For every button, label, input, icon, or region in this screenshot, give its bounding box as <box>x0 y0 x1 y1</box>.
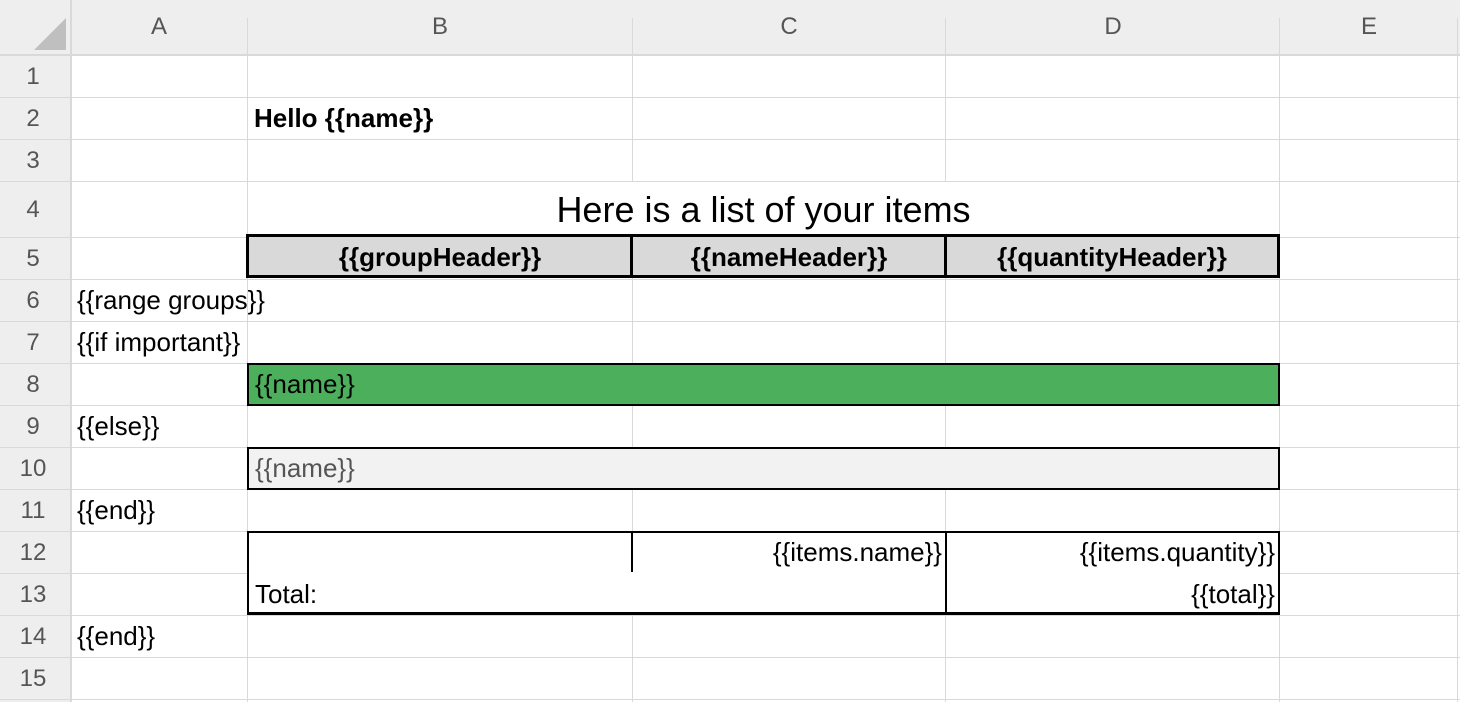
cell-b5-group-header[interactable]: {{groupHeader}} <box>249 237 631 277</box>
row-header-10[interactable]: 10 <box>0 448 66 490</box>
row-header-13[interactable]: 13 <box>0 574 66 616</box>
cell-a11[interactable]: {{end}} <box>71 490 161 531</box>
cell-c12-items-name[interactable]: {{items.name}} <box>633 532 946 573</box>
gridline <box>0 97 1460 98</box>
cell-a7[interactable]: {{if important}} <box>71 322 246 363</box>
grey-merged-cell-bg <box>247 447 1280 490</box>
row-header-7[interactable]: 7 <box>0 322 66 364</box>
row-header-8[interactable]: 8 <box>0 364 66 406</box>
row-header-2[interactable]: 2 <box>0 98 66 140</box>
select-all-corner[interactable] <box>34 18 66 50</box>
gridline <box>0 699 1460 700</box>
column-header-e[interactable]: E <box>1280 0 1458 54</box>
column-header-a[interactable]: A <box>70 0 248 54</box>
cell-c5-name-header[interactable]: {{nameHeader}} <box>633 237 945 277</box>
row-header-3[interactable]: 3 <box>0 140 66 182</box>
gridline <box>1457 18 1458 702</box>
gridline <box>0 54 1460 56</box>
cell-b10-name[interactable]: {{name}} <box>249 448 361 489</box>
cell-d13-total[interactable]: {{total}} <box>947 574 1279 615</box>
cell-b8-name[interactable]: {{name}} <box>249 364 361 405</box>
cell-d5-quantity-header[interactable]: {{quantityHeader}} <box>947 237 1277 277</box>
row-header-1[interactable]: 1 <box>0 56 66 98</box>
gridline <box>0 657 1460 658</box>
row-header-14[interactable]: 14 <box>0 616 66 658</box>
row-header-9[interactable]: 9 <box>0 406 66 448</box>
row-header-6[interactable]: 6 <box>0 280 66 322</box>
cell-b4-title[interactable]: Here is a list of your items <box>248 184 1279 236</box>
row-header-11[interactable]: 11 <box>0 490 66 532</box>
cell-a14[interactable]: {{end}} <box>71 616 161 657</box>
column-header-d[interactable]: D <box>946 0 1280 54</box>
row-header-4[interactable]: 4 <box>0 182 66 238</box>
row-header-12[interactable]: 12 <box>0 532 66 574</box>
row-header-15[interactable]: 15 <box>0 658 66 700</box>
column-header-b[interactable]: B <box>248 0 632 54</box>
column-header-c[interactable]: C <box>632 0 946 54</box>
cell-b2[interactable]: Hello {{name}} <box>248 98 439 139</box>
cell-b13-total-label[interactable]: Total: <box>249 574 323 615</box>
cell-a6[interactable]: {{range groups}} <box>71 280 271 321</box>
cell-a9[interactable]: {{else}} <box>71 406 165 447</box>
row-header-5[interactable]: 5 <box>0 238 66 280</box>
gridline <box>0 139 1460 140</box>
gridline <box>0 615 1460 616</box>
green-merged-cell-bg <box>247 363 1280 406</box>
cell-d12-items-quantity[interactable]: {{items.quantity}} <box>947 532 1279 573</box>
spreadsheet-grid: A B C D E 1 2 3 4 5 6 7 8 9 10 11 12 13 … <box>0 0 1460 702</box>
